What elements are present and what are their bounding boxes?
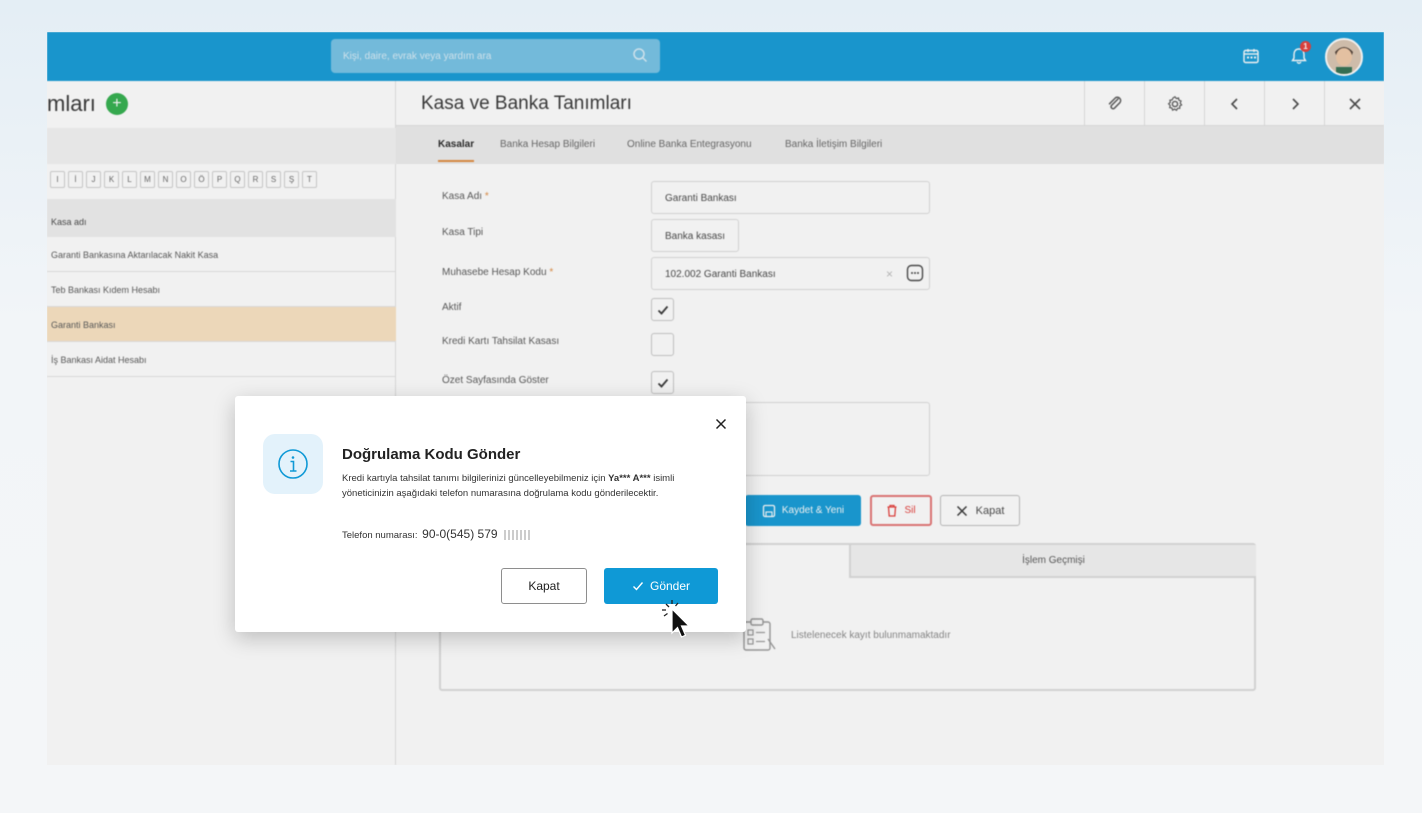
verification-dialog: Doğrulama Kodu Gönder Kredi kartıyla tah…: [235, 396, 746, 632]
manager-name: Ya*** A***: [608, 473, 651, 484]
dialog-message: Kredi kartıyla tahsilat tanımı bilgileri…: [342, 471, 727, 501]
check-icon: [632, 582, 644, 591]
send-label: Gönder: [649, 579, 691, 593]
mouse-cursor-icon: [660, 598, 700, 647]
phone-number: 90-0(545) 579: [422, 527, 498, 541]
dialog-title: Doğrulama Kodu Gönder: [342, 446, 521, 463]
cancel-button[interactable]: Kapat: [501, 568, 587, 604]
phone-label: Telefon numarası:: [342, 530, 418, 541]
phone-mask: [504, 530, 531, 541]
phone-line: Telefon numarası: 90-0(545) 579: [342, 527, 531, 541]
dialog-close-icon[interactable]: [711, 414, 731, 434]
message-part: Kredi kartıyla tahsilat tanımı bilgileri…: [342, 473, 609, 484]
info-icon: [263, 434, 323, 494]
